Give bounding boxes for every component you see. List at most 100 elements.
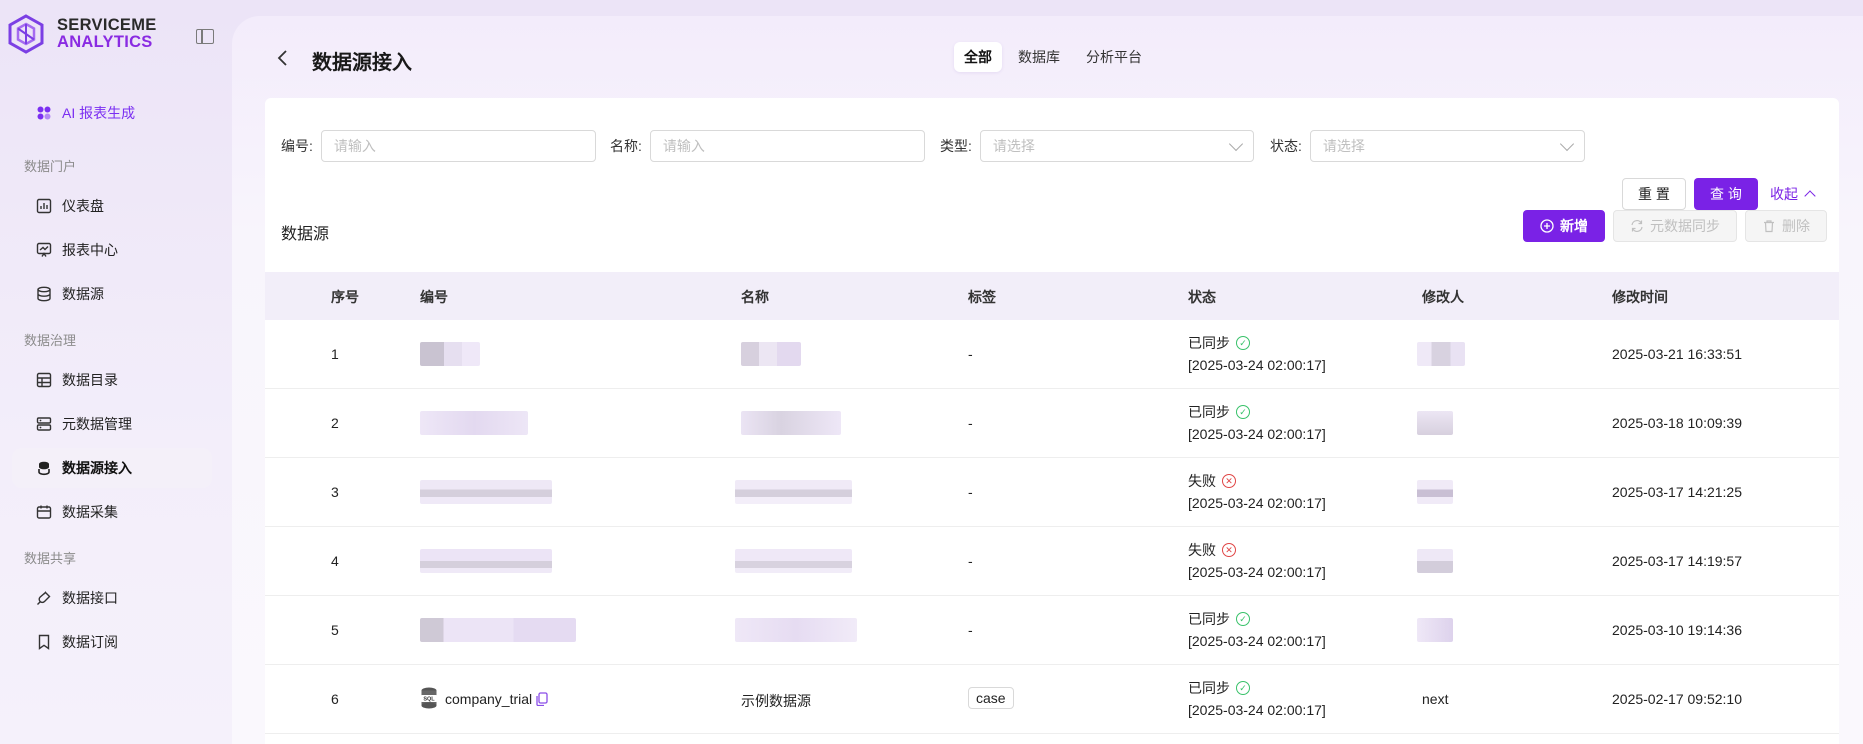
tab-analytics-platform[interactable]: 分析平台 [1076, 42, 1152, 72]
svg-text:SQL: SQL [423, 697, 435, 703]
type-select[interactable]: 请选择 [979, 130, 1254, 162]
cloud-database-icon [38, 461, 50, 476]
main-panel: 数据源接入 全部 数据库 分析平台 编号: 请输入 名称: 请输入 类型: 请选… [232, 16, 1863, 744]
filter-status: 状态: 请选择 [1270, 130, 1585, 162]
sync-time: [2025-03-24 02:00:17] [1188, 426, 1326, 442]
sync-time: [2025-03-24 02:00:17] [1188, 564, 1326, 580]
sync-label: 元数据同步 [1650, 218, 1720, 234]
table-row[interactable]: 4 - 失败 ✕ [2025-03-24 02:00:17] 2025-03-17… [265, 527, 1839, 596]
type-placeholder: 请选择 [992, 138, 1035, 154]
sidebar-item-ai-report[interactable]: AI 报表生成 [12, 93, 212, 133]
redacted-modifier [1417, 342, 1465, 366]
sidebar-item-subscription[interactable]: 数据订阅 [12, 622, 212, 662]
bookmark-icon [38, 634, 50, 650]
report-chart-icon [36, 242, 52, 257]
brand-line2: ANALYTICS [57, 33, 153, 51]
status-text: 已同步 [1188, 611, 1230, 627]
redacted-code [420, 411, 528, 435]
cell-modified-time: 2025-03-17 14:21:25 [1612, 484, 1742, 500]
delete-label: 删除 [1782, 218, 1810, 234]
redacted-modifier [1417, 618, 1453, 642]
col-modified-time: 修改时间 [1612, 289, 1668, 305]
redacted-name [735, 549, 852, 573]
cell-status: 已同步 ✓ [2025-03-24 02:00:17] [1188, 401, 1326, 445]
col-index: 序号 [331, 289, 359, 305]
cell-status: 已同步 ✓ [2025-03-24 02:00:17] [1188, 608, 1326, 652]
plug-icon [37, 591, 51, 605]
check-circle-icon: ✓ [1236, 681, 1250, 695]
cell-status: 失败 ✕ [2025-03-24 02:00:17] [1188, 470, 1326, 514]
check-circle-icon: ✓ [1236, 612, 1250, 626]
group-label-sharing: 数据共享 [24, 551, 77, 566]
tab-all[interactable]: 全部 [954, 42, 1002, 72]
source-type-tabs: 全部 数据库 分析平台 [954, 42, 1152, 72]
sidebar-item-label: 报表中心 [62, 242, 118, 258]
dashboard-icon [36, 198, 52, 214]
brand-logo[interactable]: SERVICEME ANALYTICS [8, 14, 157, 54]
sidebar-item-datasource[interactable]: 数据源 [12, 274, 212, 314]
back-arrow-icon[interactable] [275, 49, 291, 67]
table-row[interactable]: 2 - 已同步 ✓ [2025-03-24 02:00:17] 2025-03-1… [265, 389, 1839, 458]
query-button[interactable]: 查 询 [1694, 178, 1758, 210]
cell-name: 示例数据源 [741, 693, 811, 709]
delete-button[interactable]: 删除 [1745, 210, 1827, 242]
redacted-name [735, 618, 857, 642]
filter-name-label: 名称: [610, 138, 642, 154]
table-row[interactable]: 1 - 已同步 ✓ [2025-03-24 02:00:17] 2025-03-2… [265, 320, 1839, 389]
cell-modifier: next [1422, 691, 1449, 707]
ai-sparkle-icon [37, 106, 51, 120]
filter-type: 类型: 请选择 [940, 130, 1254, 162]
redacted-modifier [1417, 411, 1453, 435]
redacted-modifier [1417, 480, 1453, 504]
col-name: 名称 [741, 289, 769, 305]
table-row[interactable]: 3 - 失败 ✕ [2025-03-24 02:00:17] 2025-03-17… [265, 458, 1839, 527]
filter-type-label: 类型: [940, 138, 972, 154]
sidebar-item-datasource-access[interactable]: 数据源接入 [12, 448, 212, 488]
cell-index: 2 [331, 415, 339, 431]
collapse-filters-button[interactable]: 收起 [1770, 178, 1824, 210]
sidebar: SERVICEME ANALYTICS AI 报表生成 数据门户 仪表盘 报表中… [0, 0, 232, 744]
metadata-sync-button[interactable]: 元数据同步 [1613, 210, 1737, 242]
copy-icon[interactable] [536, 692, 548, 706]
sidebar-item-dashboard[interactable]: 仪表盘 [12, 186, 212, 226]
sidebar-item-api[interactable]: 数据接口 [12, 578, 212, 618]
add-label: 新增 [1560, 218, 1588, 234]
sidebar-item-report-center[interactable]: 报表中心 [12, 230, 212, 270]
check-circle-icon: ✓ [1236, 336, 1250, 350]
cell-tag: - [968, 484, 973, 500]
sync-time: [2025-03-24 02:00:17] [1188, 633, 1326, 649]
tab-database[interactable]: 数据库 [1008, 42, 1070, 72]
cell-tag: - [968, 553, 973, 569]
table-row[interactable]: 6 SQL company_trial 示例数据源 case 已同步 ✓ [202… [265, 665, 1839, 734]
code-input[interactable]: 请输入 [320, 130, 596, 162]
cell-modified-time: 2025-02-17 09:52:10 [1612, 691, 1742, 707]
section-title: 数据源 [281, 226, 330, 243]
cell-status: 已同步 ✓ [2025-03-24 02:00:17] [1188, 332, 1326, 376]
sidebar-collapse-icon[interactable] [196, 29, 214, 44]
col-tag: 标签 [968, 289, 996, 305]
cell-tag: - [968, 415, 973, 431]
sync-time: [2025-03-24 02:00:17] [1188, 495, 1326, 511]
reset-button[interactable]: 重 置 [1622, 178, 1686, 210]
table-row[interactable]: 5 - 已同步 ✓ [2025-03-24 02:00:17] 2025-03-1… [265, 596, 1839, 665]
col-code: 编号 [420, 289, 448, 305]
status-select[interactable]: 请选择 [1309, 130, 1585, 162]
sidebar-item-label: AI 报表生成 [62, 105, 136, 121]
table-grid-icon [36, 372, 52, 388]
page-title: 数据源接入 [312, 52, 412, 74]
filter-code: 编号: 请输入 [281, 130, 596, 162]
cell-status: 失败 ✕ [2025-03-24 02:00:17] [1188, 539, 1326, 583]
cell-status: 已同步 ✓ [2025-03-24 02:00:17] [1188, 677, 1326, 721]
sidebar-item-collection[interactable]: 数据采集 [12, 492, 212, 532]
add-button[interactable]: 新增 [1523, 210, 1605, 242]
sidebar-item-label: 数据接口 [62, 590, 118, 606]
group-label-governance: 数据治理 [24, 333, 77, 348]
sidebar-item-metadata[interactable]: 元数据管理 [12, 404, 212, 444]
redacted-code [420, 549, 552, 573]
sidebar-item-catalog[interactable]: 数据目录 [12, 360, 212, 400]
name-input[interactable]: 请输入 [649, 130, 925, 162]
sidebar-item-label: 数据订阅 [62, 634, 118, 650]
status-placeholder: 请选择 [1322, 138, 1365, 154]
filter-status-label: 状态: [1270, 138, 1302, 154]
redacted-code [420, 480, 552, 504]
